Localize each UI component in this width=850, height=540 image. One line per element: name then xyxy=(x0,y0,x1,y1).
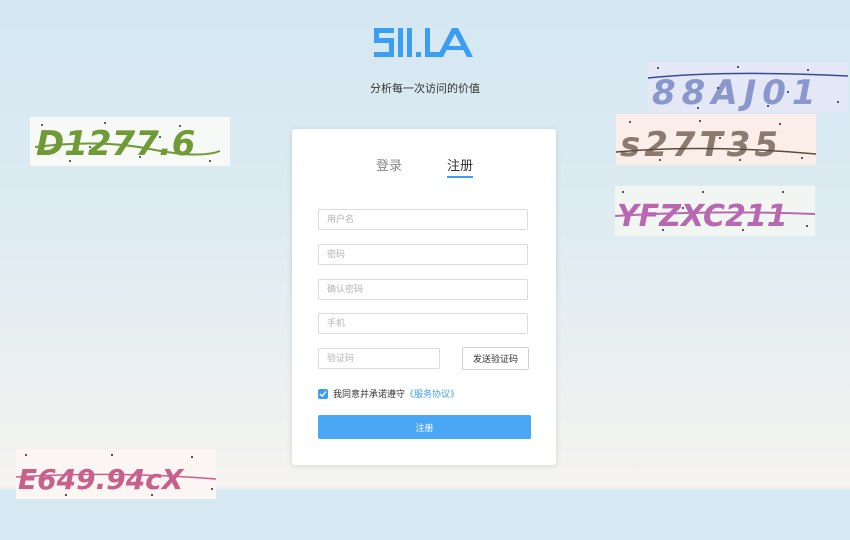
phone-input[interactable] xyxy=(318,313,528,334)
logo xyxy=(372,24,478,64)
captcha-image: s27T35 xyxy=(616,114,816,165)
captcha-text: 88AJ01 xyxy=(652,73,822,112)
captcha-image: E649.94cX xyxy=(16,449,216,499)
agreement-row: 我同意并承诺遵守 《服务协议》 xyxy=(318,387,459,400)
captcha-text: E649.94cX xyxy=(18,463,185,496)
register-card: 登录 注册 发送验证码 我同意并承诺遵守 《服务协议》 注册 xyxy=(292,129,556,465)
agree-text: 我同意并承诺遵守 xyxy=(333,390,406,400)
verification-code-input[interactable] xyxy=(318,348,440,369)
confirm-password-input[interactable] xyxy=(318,279,528,300)
password-input[interactable] xyxy=(318,244,528,265)
captcha-image: YFZXC211 xyxy=(615,186,815,236)
captcha-text: s27T35 xyxy=(620,125,782,165)
register-submit-button[interactable]: 注册 xyxy=(318,415,531,439)
captcha-image: 88AJ01 xyxy=(648,62,848,112)
username-input[interactable] xyxy=(318,209,528,230)
captcha-text: YFZXC211 xyxy=(617,199,788,234)
tab-register[interactable]: 注册 xyxy=(447,155,474,178)
check-icon xyxy=(319,390,327,397)
send-code-button[interactable]: 发送验证码 xyxy=(462,347,529,370)
captcha-image: D1277.6 xyxy=(30,117,230,166)
agree-checkbox[interactable] xyxy=(318,388,328,399)
tab-login[interactable]: 登录 xyxy=(376,155,402,174)
logo-mark xyxy=(374,28,473,57)
service-agreement-link[interactable]: 《服务协议》 xyxy=(405,387,459,400)
